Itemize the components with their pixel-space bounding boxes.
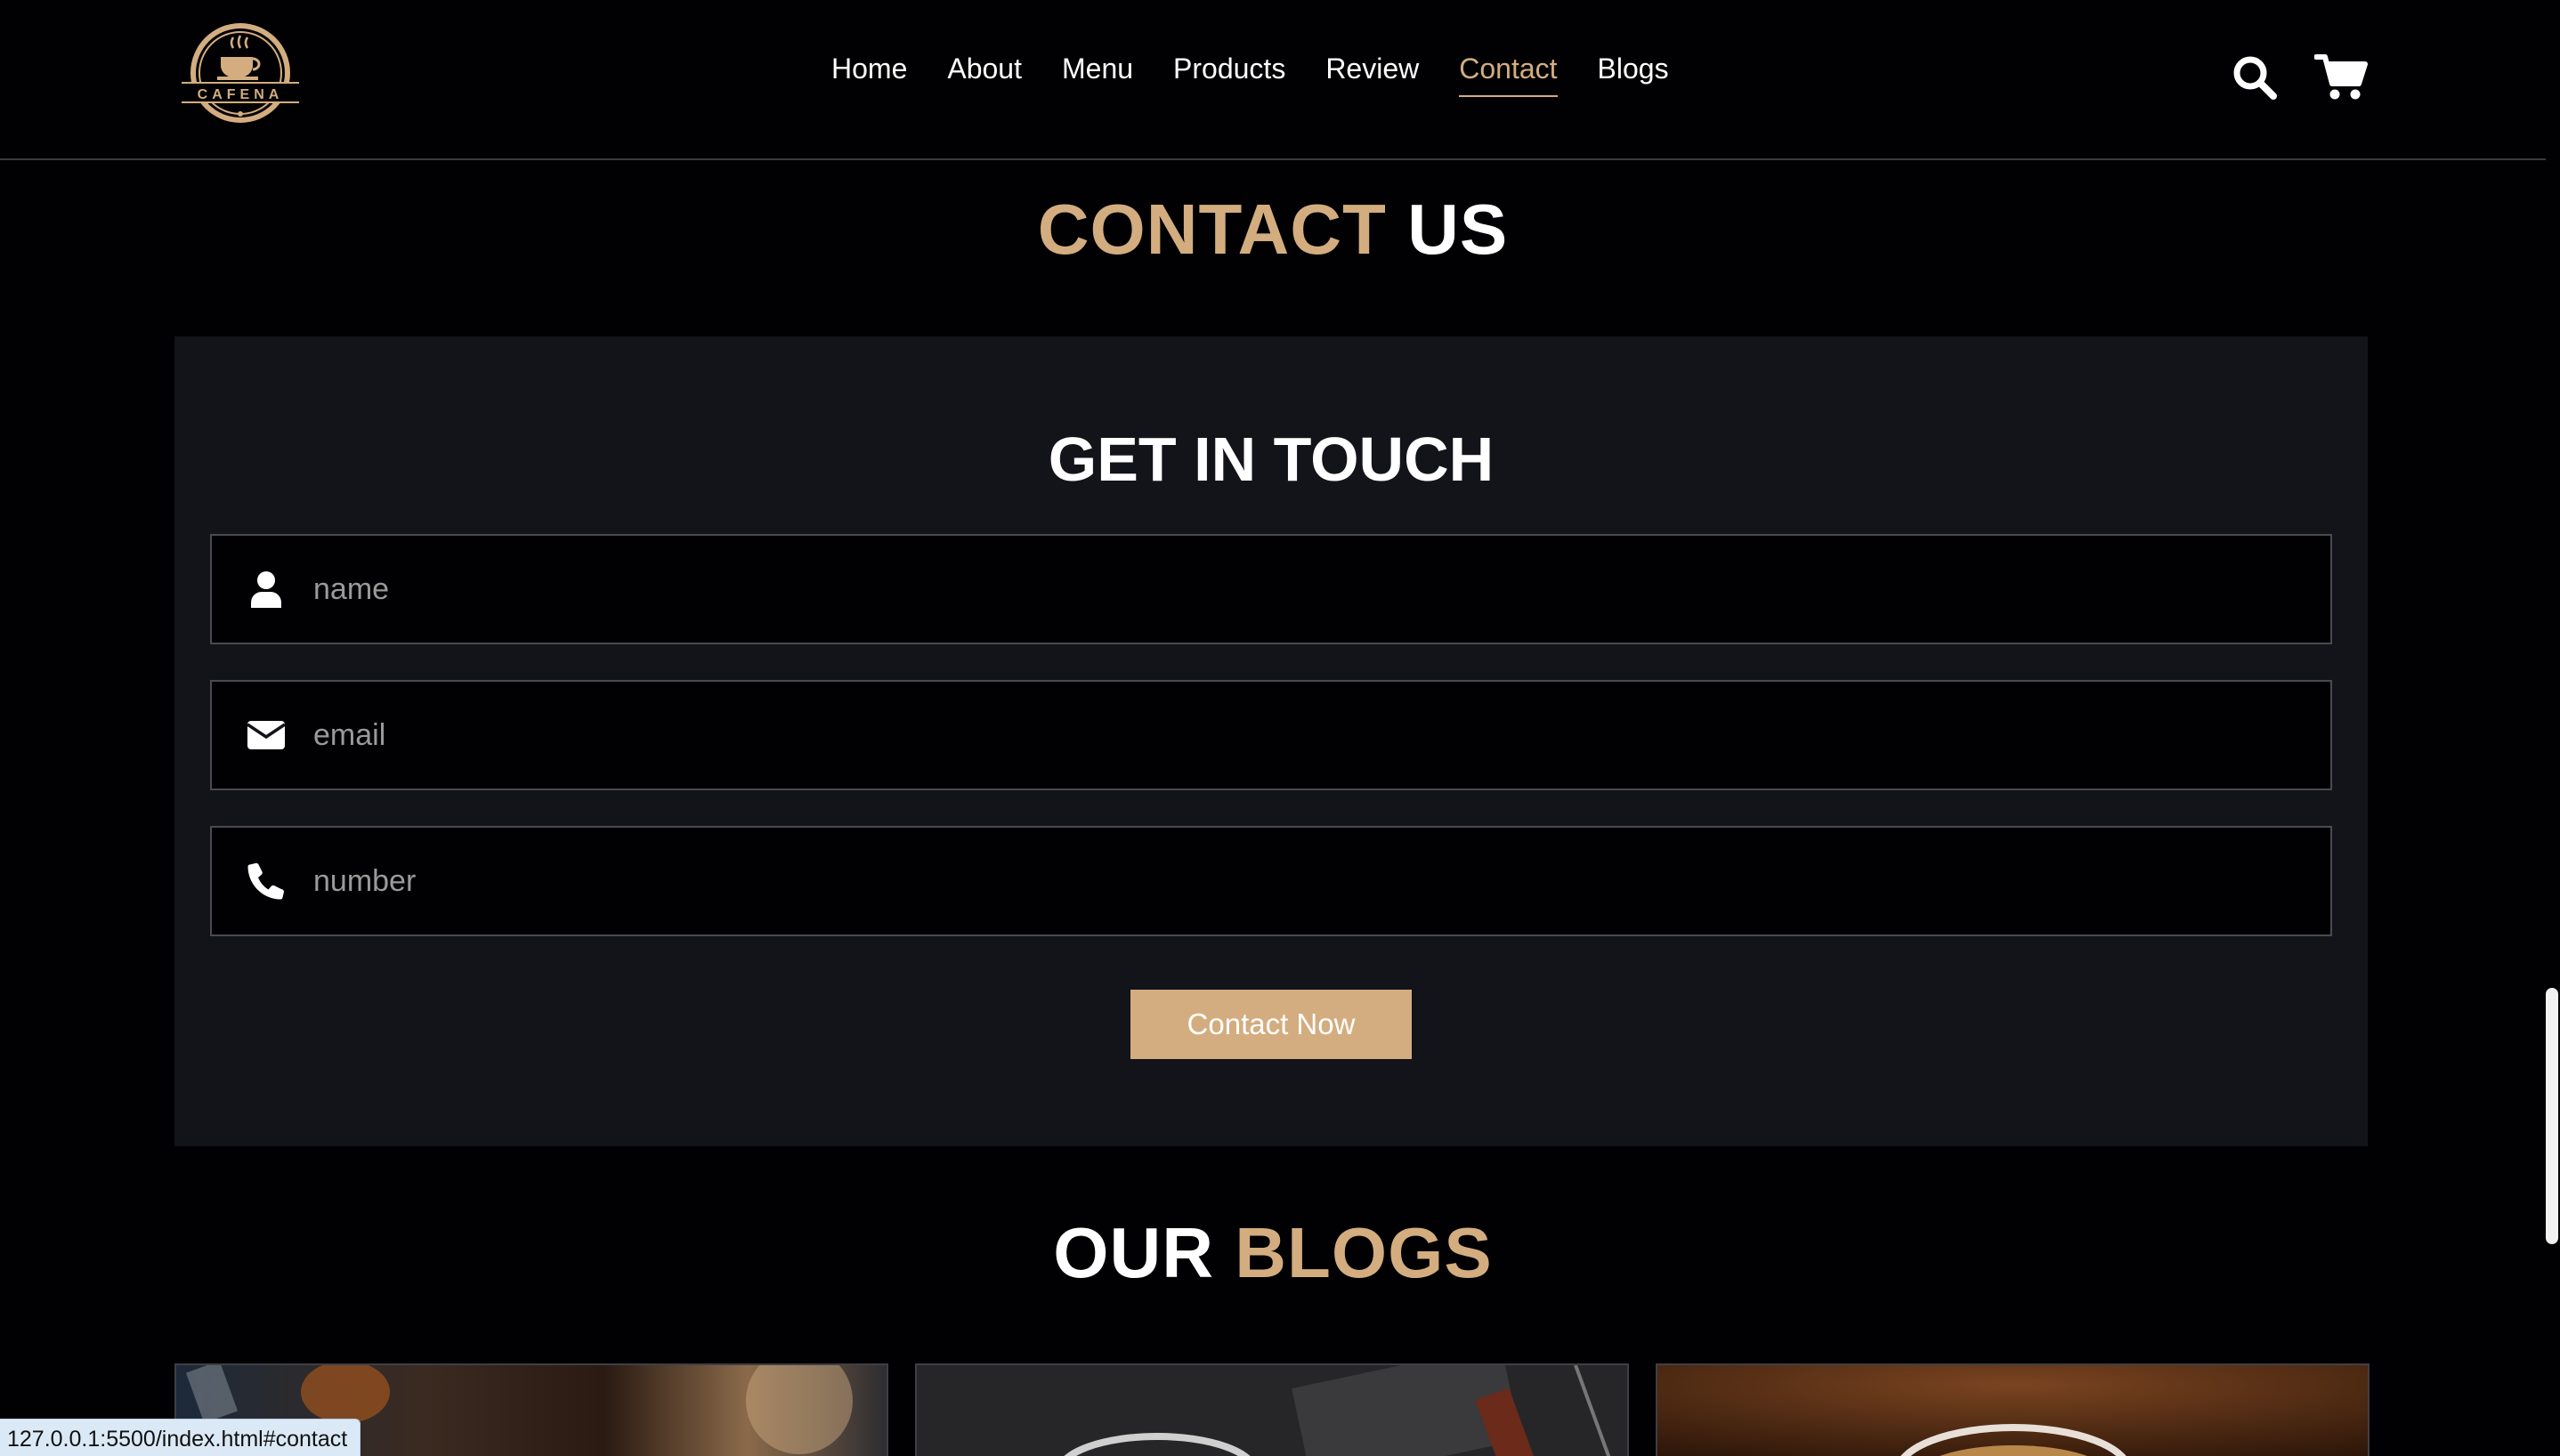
name-input[interactable] xyxy=(313,536,2330,643)
blogs-title-rest: OUR xyxy=(1053,1213,1235,1292)
nav-home[interactable]: Home xyxy=(831,53,907,97)
blog-image-3 xyxy=(1657,1365,2368,1456)
contact-section-title: CONTACT US xyxy=(0,189,2546,271)
email-input[interactable] xyxy=(313,682,2330,789)
envelope-icon xyxy=(246,715,287,756)
nav-menu[interactable]: Menu xyxy=(1062,53,1133,97)
nav-products[interactable]: Products xyxy=(1173,53,1285,97)
nav-contact[interactable]: Contact xyxy=(1459,53,1558,98)
blog-card-2[interactable] xyxy=(915,1363,1629,1456)
contact-now-button[interactable]: Contact Now xyxy=(1130,990,1412,1059)
number-input[interactable] xyxy=(313,828,2330,934)
contact-title-accent: CONTACT xyxy=(1037,190,1387,269)
blogs-section-title: OUR BLOGS xyxy=(0,1212,2546,1294)
number-field xyxy=(210,826,2332,936)
nav-review[interactable]: Review xyxy=(1325,53,1419,97)
link-status-bar: 127.0.0.1:5500/index.html#contact xyxy=(0,1419,361,1456)
cafena-logo[interactable]: CAFENA xyxy=(174,18,306,128)
search-icon[interactable] xyxy=(2229,52,2281,103)
page: CAFENA Home About Menu Products Review C… xyxy=(0,0,2560,1456)
email-field xyxy=(210,680,2332,790)
user-icon xyxy=(246,569,287,610)
blogs-title-accent: BLOGS xyxy=(1235,1213,1493,1292)
site-header: CAFENA Home About Menu Products Review C… xyxy=(0,0,2546,160)
cart-icon[interactable] xyxy=(2314,52,2368,103)
contact-title-rest: US xyxy=(1386,190,1509,269)
contact-form-panel: GET IN TOUCH name email number Contact N… xyxy=(174,336,2368,1146)
main-nav: Home About Menu Products Review Contact … xyxy=(831,53,1709,98)
blog-image-2 xyxy=(917,1365,1627,1456)
name-field xyxy=(210,534,2332,644)
nav-blogs[interactable]: Blogs xyxy=(1598,53,1669,97)
nav-about[interactable]: About xyxy=(947,53,1022,97)
blog-card-3[interactable] xyxy=(1656,1363,2370,1456)
logo-text: CAFENA xyxy=(198,87,284,102)
form-title: GET IN TOUCH xyxy=(1048,425,1495,494)
page-scrollbar[interactable] xyxy=(2546,988,2558,1244)
phone-icon xyxy=(246,861,287,902)
